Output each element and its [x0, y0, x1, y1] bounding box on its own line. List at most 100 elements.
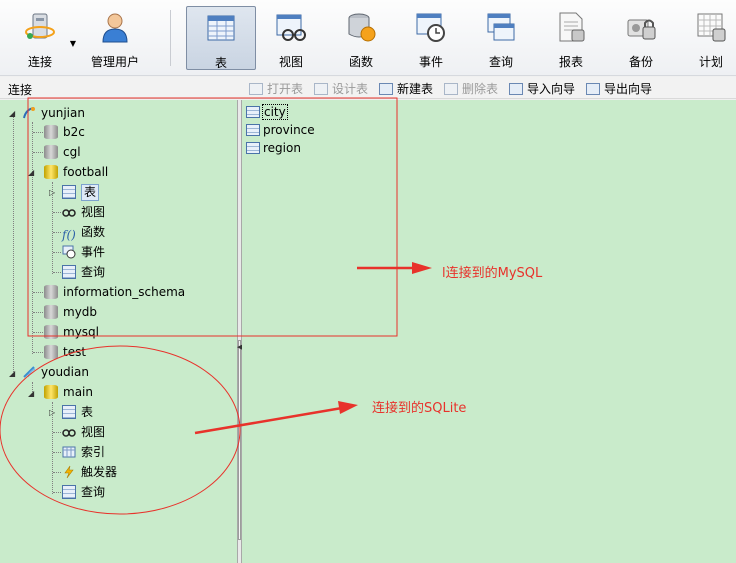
tree-db-test[interactable]: test — [44, 343, 86, 361]
tree-guide-line — [33, 152, 43, 153]
tree-folder-label: 查询 — [81, 485, 106, 499]
main-toolbar: 连接 ▼ 管理用户 表 视图 函数 事件 查询 报表 备份 计划 — [0, 0, 736, 76]
table-item-province[interactable]: province — [246, 121, 315, 139]
function-icon: f() — [62, 228, 76, 242]
toolbar-connect-button[interactable]: 连接 ▼ — [10, 6, 76, 70]
tree-folder-tables[interactable]: 表 — [62, 403, 93, 421]
tree-folder-label: 事件 — [81, 245, 106, 259]
schedule-icon — [697, 13, 726, 42]
toolbar-separator — [170, 10, 171, 66]
toolbar-view-button[interactable]: 视图 — [261, 6, 321, 70]
tree-db-label: mysql — [63, 325, 99, 339]
toolbar-event-button[interactable]: 事件 — [401, 6, 461, 70]
chevron-down-icon[interactable]: ▼ — [70, 39, 76, 48]
database-icon — [44, 325, 58, 339]
collapse-toggle[interactable]: ◢ — [9, 109, 15, 118]
new-table-icon — [379, 83, 393, 95]
table-item-label: city — [262, 104, 288, 120]
new-table-button[interactable]: 新建表 — [379, 80, 433, 96]
tree-folder-queries[interactable]: 查询 — [62, 263, 105, 281]
database-icon — [44, 285, 58, 299]
query-icon — [487, 13, 515, 41]
design-table-icon — [314, 83, 328, 95]
database-icon — [44, 345, 58, 359]
tree-guide-line — [53, 472, 61, 473]
tree-guide-line — [33, 332, 43, 333]
tree-guide-line — [53, 492, 61, 493]
toolbar-report-label: 报表 — [558, 55, 583, 69]
open-table-button[interactable]: 打开表 — [249, 80, 303, 96]
tree-folder-label: 视图 — [81, 205, 106, 219]
tree-folder-label: 函数 — [81, 225, 106, 239]
toolbar-table-button[interactable]: 表 — [186, 6, 256, 70]
object-list: city province region — [242, 100, 736, 563]
export-wizard-icon — [586, 83, 600, 95]
report-icon — [559, 12, 585, 42]
toolbar-table-label: 表 — [214, 56, 227, 70]
tree-connection-yunjian[interactable]: yunjian — [22, 104, 85, 122]
tree-guide-line — [33, 352, 43, 353]
connection-icon — [25, 13, 55, 39]
toolbar-backup-label: 备份 — [628, 55, 653, 69]
delete-table-button[interactable]: 删除表 — [444, 80, 498, 96]
delete-table-icon — [444, 83, 458, 95]
toolbar-schedule-button[interactable]: 计划 — [681, 6, 736, 70]
tree-folder-label: 触发器 — [81, 465, 118, 479]
table-icon — [246, 124, 260, 136]
expand-toggle[interactable]: ▷ — [49, 408, 55, 417]
tree-folder-functions[interactable]: f() 函数 — [62, 223, 106, 242]
function-icon — [348, 13, 376, 42]
database-open-icon — [44, 385, 58, 399]
toolbar-connect-label: 连接 — [27, 55, 52, 69]
database-icon — [44, 305, 58, 319]
design-table-button[interactable]: 设计表 — [314, 80, 368, 96]
tree-folder-triggers[interactable]: 触发器 — [62, 463, 117, 481]
open-table-icon — [249, 83, 263, 95]
toolbar-backup-button[interactable]: 备份 — [611, 6, 671, 70]
tree-db-football[interactable]: football — [44, 163, 108, 181]
splitter-grip[interactable] — [238, 340, 241, 540]
expand-toggle[interactable]: ▷ — [49, 188, 55, 197]
tree-db-information-schema[interactable]: information_schema — [44, 283, 185, 301]
table-icon — [246, 142, 260, 154]
export-wizard-label: 导出向导 — [604, 82, 653, 96]
toolbar-report-button[interactable]: 报表 — [541, 6, 601, 70]
tree-folder-indexes[interactable]: 索引 — [62, 443, 105, 461]
collapse-toggle[interactable]: ◢ — [28, 389, 34, 398]
toolbar-view-label: 视图 — [278, 55, 303, 69]
tree-folder-views[interactable]: 视图 — [62, 423, 105, 441]
tree-folder-views[interactable]: 视图 — [62, 203, 105, 221]
event-icon — [416, 13, 445, 42]
import-wizard-icon — [509, 83, 523, 95]
toolbar-manage-users-label: 管理用户 — [90, 55, 139, 69]
collapse-toggle[interactable]: ◢ — [28, 168, 34, 177]
lightning-icon — [64, 465, 74, 479]
toolbar-function-button[interactable]: 函数 — [331, 6, 391, 70]
collapse-toggle[interactable]: ◢ — [9, 369, 15, 378]
tree-db-label: b2c — [63, 125, 85, 139]
table-item-city[interactable]: city — [246, 103, 288, 121]
tree-folder-label: 索引 — [81, 445, 106, 459]
tree-connection-youdian[interactable]: youdian — [22, 363, 89, 381]
import-wizard-button[interactable]: 导入向导 — [509, 80, 575, 96]
tree-connection-label: youdian — [41, 365, 89, 379]
new-table-label: 新建表 — [397, 82, 434, 96]
tree-folder-events[interactable]: 事件 — [62, 243, 105, 261]
database-open-icon — [44, 165, 58, 179]
toolbar-query-button[interactable]: 查询 — [471, 6, 531, 70]
tree-db-mydb[interactable]: mydb — [44, 303, 97, 321]
tree-db-main[interactable]: main — [44, 383, 93, 401]
tree-db-mysql[interactable]: mysql — [44, 323, 99, 341]
export-wizard-button[interactable]: 导出向导 — [586, 80, 652, 96]
tree-db-cgl[interactable]: cgl — [44, 143, 81, 161]
table-item-region[interactable]: region — [246, 139, 301, 157]
tree-db-label: mydb — [63, 305, 98, 319]
tree-guide-line — [33, 132, 43, 133]
toolbar-manage-users-button[interactable]: 管理用户 — [85, 6, 145, 70]
tree-folder-tables[interactable]: 表 — [62, 183, 100, 201]
tree-db-b2c[interactable]: b2c — [44, 123, 85, 141]
object-toolbar: 连接 打开表 设计表 新建表 删除表 导入向导 导出向导 — [0, 77, 736, 99]
tree-guide-line — [33, 312, 43, 313]
tree-folder-queries[interactable]: 查询 — [62, 483, 105, 501]
tree-db-label: information_schema — [63, 285, 186, 299]
